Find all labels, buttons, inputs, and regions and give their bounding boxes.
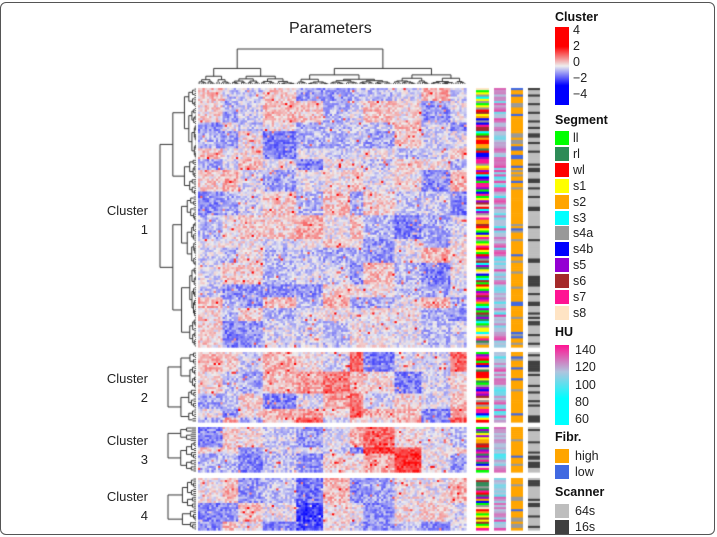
- legend-tick-cluster: −4: [573, 87, 588, 101]
- cluster-label-number: 2: [140, 390, 148, 405]
- legend-tick-hu: 120: [575, 360, 596, 375]
- legend-label-s5: s5: [573, 258, 587, 273]
- legend-label-s2: s2: [573, 194, 587, 209]
- legend-title-hu: HU: [555, 325, 574, 339]
- legend-tick-cluster: 4: [573, 23, 580, 37]
- legend-title-cluster: Cluster: [555, 10, 599, 24]
- legend-swatch-s7: [555, 290, 569, 304]
- legend-label-wl: wl: [573, 162, 585, 177]
- legend-swatch-wl: [555, 162, 569, 177]
- legend-swatch-scanner-16s: [555, 520, 569, 534]
- legend-label-fibr-low: low: [575, 465, 594, 479]
- legend-label-s7: s7: [573, 290, 587, 304]
- legend-swatch-s4b: [555, 242, 569, 257]
- legend-label-s4b: s4b: [573, 242, 594, 257]
- legend-label-s6: s6: [573, 274, 587, 289]
- cluster-label-text: Cluster: [106, 433, 148, 448]
- legend-tick-hu: 80: [575, 394, 589, 409]
- legend-title-fibr: Fibr.: [555, 430, 582, 444]
- cluster-label-text: Cluster: [106, 371, 148, 386]
- cluster-label-text: Cluster: [106, 203, 148, 218]
- legend-swatch-s3: [555, 210, 569, 225]
- legend-label-scanner-16s: 16s: [575, 520, 596, 534]
- legend-label-s4a: s4a: [573, 226, 594, 241]
- legend-gradient-cluster: [555, 27, 569, 105]
- cluster-label-4: Cluster 4: [88, 487, 148, 525]
- legend-title-scanner: Scanner: [555, 485, 605, 499]
- legend-label-s8: s8: [573, 305, 587, 320]
- legend-title-segment: Segment: [555, 113, 608, 127]
- legend-tick-hu: 100: [575, 377, 596, 392]
- legend-swatch-s6: [555, 274, 569, 289]
- cluster-label-number: 4: [140, 508, 148, 523]
- cluster-label-1: Cluster 1: [88, 201, 148, 239]
- legend-swatch-s1: [555, 178, 569, 193]
- legend-swatch-fibr-low: [555, 465, 569, 479]
- legend-swatch-s4a: [555, 226, 569, 241]
- legend-swatch-ll: [555, 131, 569, 145]
- legend-gradient-hu: [555, 345, 569, 425]
- legend-swatch-s5: [555, 258, 569, 273]
- cluster-label-2: Cluster 2: [88, 369, 148, 407]
- legend-label-ll: ll: [573, 131, 579, 145]
- cluster-label-text: Cluster: [106, 489, 148, 504]
- legend-swatch-fibr-high: [555, 449, 569, 463]
- legend-swatch-s2: [555, 194, 569, 209]
- legend-swatch-scanner-64s: [555, 504, 569, 518]
- legend-swatch-s8: [555, 305, 569, 320]
- legend-label-rl: rl: [573, 146, 580, 161]
- legend-label-s1: s1: [573, 178, 587, 193]
- cluster-label-number: 1: [140, 222, 148, 237]
- legend-label-scanner-64s: 64s: [575, 504, 596, 518]
- cluster-label-3: Cluster 3: [88, 431, 148, 469]
- legend-tick-cluster: 0: [573, 55, 580, 69]
- legend-label-s3: s3: [573, 210, 587, 225]
- legend-tick-hu: 60: [575, 412, 589, 427]
- legend-swatch-rl: [555, 146, 569, 161]
- legend-tick-hu: 140: [575, 343, 596, 357]
- cluster-label-number: 3: [140, 452, 148, 467]
- legend-tick-cluster: −2: [573, 71, 588, 85]
- legend-label-fibr-high: high: [575, 449, 599, 463]
- legend-tick-cluster: 2: [573, 39, 580, 53]
